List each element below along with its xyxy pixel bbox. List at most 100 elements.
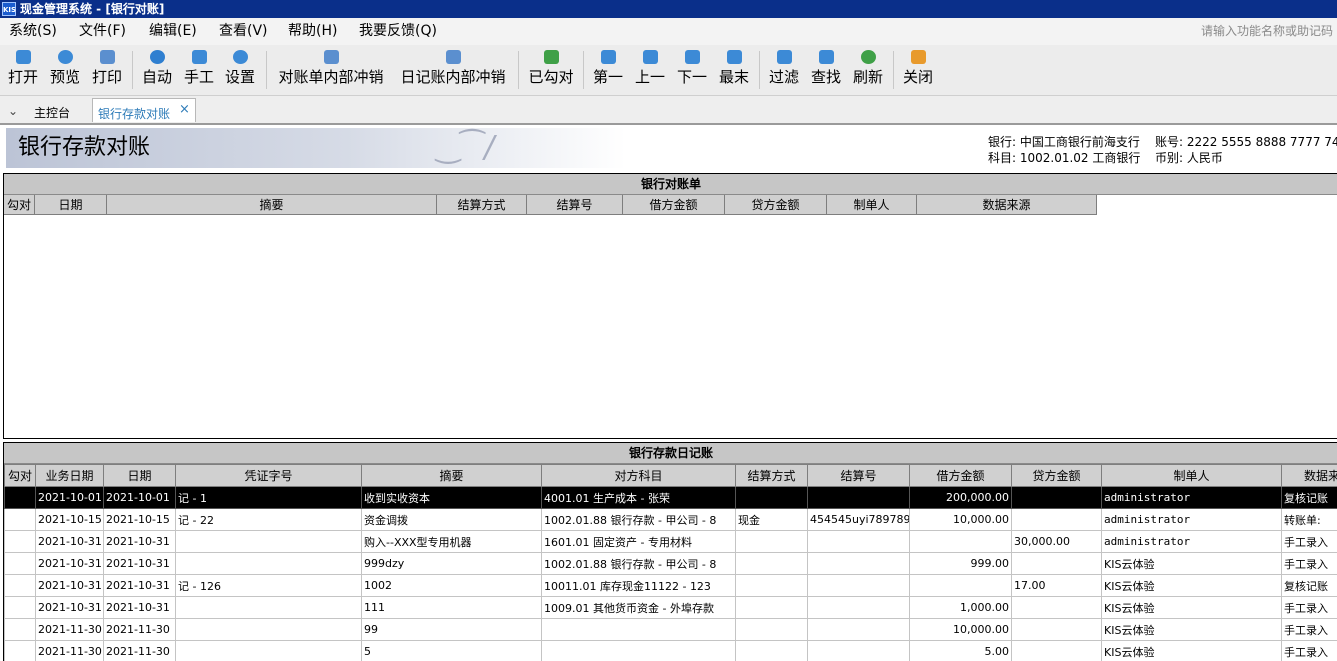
check-cell[interactable]	[5, 597, 36, 619]
first-button[interactable]: 第一	[590, 47, 626, 93]
tab-bank-reconciliation[interactable]: 银行存款对账 ×	[92, 98, 196, 122]
column-header[interactable]: 结算号	[527, 195, 623, 215]
table-row[interactable]: 2021-10-31 2021-10-31 999dzy 1002.01.88 …	[5, 553, 1337, 575]
open-button[interactable]: 打开	[5, 47, 41, 93]
column-header[interactable]: 对方科目	[542, 465, 736, 487]
tab-bar: ⌄ 主控台 银行存款对账 ×	[0, 96, 1337, 125]
close-button[interactable]: 关闭	[900, 47, 936, 93]
journal-offset-button[interactable]: 日记账内部冲销	[396, 47, 510, 93]
column-header[interactable]: 摘要	[107, 195, 437, 215]
source-cell: 手工录入	[1282, 531, 1337, 553]
date-cell: 2021-10-31	[104, 531, 176, 553]
date-cell: 2021-11-30	[104, 641, 176, 661]
last-button[interactable]: 最末	[716, 47, 752, 93]
source-cell: 手工录入	[1282, 619, 1337, 641]
filter-button[interactable]: 过滤	[766, 47, 802, 93]
chevron-down-icon[interactable]: ⌄	[8, 104, 18, 118]
tab-main-console[interactable]: 主控台	[34, 104, 70, 121]
credit-cell	[1012, 553, 1102, 575]
column-header[interactable]: 贷方金额	[725, 195, 827, 215]
statement-offset-label: 对账单内部冲销	[274, 67, 388, 87]
column-header[interactable]: 贷方金额	[1012, 465, 1102, 487]
column-header[interactable]: 制单人	[1102, 465, 1282, 487]
check-cell[interactable]	[5, 575, 36, 597]
counter-account-cell: 1601.01 固定资产 - 专用材料	[542, 531, 736, 553]
toolbar: 打开 预览 打印 自动 手工 设置 对账单内部冲销 日记账内部冲销 已勾对 第一…	[0, 45, 1337, 96]
manual-button[interactable]: 手工	[181, 47, 217, 93]
next-label: 下一	[674, 67, 710, 87]
first-label: 第一	[590, 67, 626, 87]
voucher-cell: 记 - 22	[176, 509, 362, 531]
toolbar-separator	[759, 51, 760, 89]
column-header[interactable]: 业务日期	[36, 465, 104, 487]
menu-help[interactable]: 帮助(H)	[288, 22, 337, 40]
column-header[interactable]: 日期	[104, 465, 176, 487]
function-search-input[interactable]: 请输入功能名称或助记码	[1201, 23, 1333, 39]
journal-offset-label: 日记账内部冲销	[396, 67, 510, 87]
check-cell[interactable]	[5, 641, 36, 661]
column-header[interactable]: 数据来源	[1282, 465, 1337, 487]
business-date-cell: 2021-10-15	[36, 509, 104, 531]
preview-label: 预览	[47, 67, 83, 87]
check-cell[interactable]	[5, 531, 36, 553]
menu-file[interactable]: 文件(F)	[79, 22, 126, 40]
bank-statement-title: 银行对账单	[4, 174, 1337, 195]
table-row[interactable]: 2021-10-15 2021-10-15 记 - 22 资金调拨 1002.0…	[5, 509, 1337, 531]
column-header[interactable]: 结算号	[808, 465, 910, 487]
column-header[interactable]: 制单人	[827, 195, 917, 215]
credit-cell: 17.00	[1012, 575, 1102, 597]
counter-account-cell	[542, 641, 736, 661]
settlement-number-cell	[808, 575, 910, 597]
summary-cell: 999dzy	[362, 553, 542, 575]
table-row[interactable]: 2021-10-01 2021-10-01 记 - 1 收到实收资本 4001.…	[5, 487, 1337, 509]
table-row[interactable]: 2021-10-31 2021-10-31 购入--XXX型专用机器 1601.…	[5, 531, 1337, 553]
settlement-number-cell	[808, 597, 910, 619]
credit-cell	[1012, 509, 1102, 531]
menu-edit[interactable]: 编辑(E)	[149, 22, 197, 40]
statement-offset-button[interactable]: 对账单内部冲销	[274, 47, 388, 93]
settlement-number-cell	[808, 553, 910, 575]
table-row[interactable]: 2021-10-31 2021-10-31 记 - 126 1002 10011…	[5, 575, 1337, 597]
column-header[interactable]: 结算方式	[437, 195, 527, 215]
menu-view[interactable]: 查看(V)	[219, 22, 268, 40]
column-header[interactable]: 日期	[35, 195, 107, 215]
table-row[interactable]: 2021-10-31 2021-10-31 111 1009.01 其他货币资金…	[5, 597, 1337, 619]
open-label: 打开	[5, 67, 41, 87]
title-banner: 银行存款对账 ‿⁀/	[6, 128, 626, 168]
prev-record-icon	[643, 50, 658, 64]
prev-button[interactable]: 上一	[632, 47, 668, 93]
check-cell[interactable]	[5, 553, 36, 575]
column-header[interactable]: 勾对	[5, 465, 36, 487]
column-header[interactable]: 借方金额	[623, 195, 725, 215]
checked-button[interactable]: 已勾对	[526, 47, 576, 93]
find-button[interactable]: 查找	[808, 47, 844, 93]
credit-cell: 30,000.00	[1012, 531, 1102, 553]
column-header[interactable]: 数据来源	[917, 195, 1097, 215]
check-cell[interactable]	[5, 509, 36, 531]
check-cell[interactable]	[5, 619, 36, 641]
settlement-method-cell: 现金	[736, 509, 808, 531]
column-header[interactable]: 摘要	[362, 465, 542, 487]
column-header[interactable]: 凭证字号	[176, 465, 362, 487]
business-date-cell: 2021-11-30	[36, 619, 104, 641]
preview-button[interactable]: 预览	[47, 47, 83, 93]
menu-feedback[interactable]: 我要反馈(Q)	[359, 22, 437, 40]
auto-button[interactable]: 自动	[139, 47, 175, 93]
close-icon[interactable]: ×	[179, 102, 190, 117]
refresh-button[interactable]: 刷新	[850, 47, 886, 93]
print-button[interactable]: 打印	[89, 47, 125, 93]
summary-cell: 1002	[362, 575, 542, 597]
menu-system[interactable]: 系统(S)	[9, 22, 57, 40]
menu-bar: 系统(S) 文件(F) 编辑(E) 查看(V) 帮助(H) 我要反馈(Q) 请输…	[0, 18, 1337, 45]
settlement-number-cell	[808, 619, 910, 641]
column-header[interactable]: 借方金额	[910, 465, 1012, 487]
table-row[interactable]: 2021-11-30 2021-11-30 5 5.00 KIS云体验 手工录入	[5, 641, 1337, 661]
next-button[interactable]: 下一	[674, 47, 710, 93]
column-header[interactable]: 勾对	[4, 195, 35, 215]
column-header[interactable]: 结算方式	[736, 465, 808, 487]
date-cell: 2021-10-31	[104, 553, 176, 575]
settings-button[interactable]: 设置	[222, 47, 258, 93]
settlement-method-cell	[736, 531, 808, 553]
check-cell[interactable]	[5, 487, 36, 509]
table-row[interactable]: 2021-11-30 2021-11-30 99 10,000.00 KIS云体…	[5, 619, 1337, 641]
